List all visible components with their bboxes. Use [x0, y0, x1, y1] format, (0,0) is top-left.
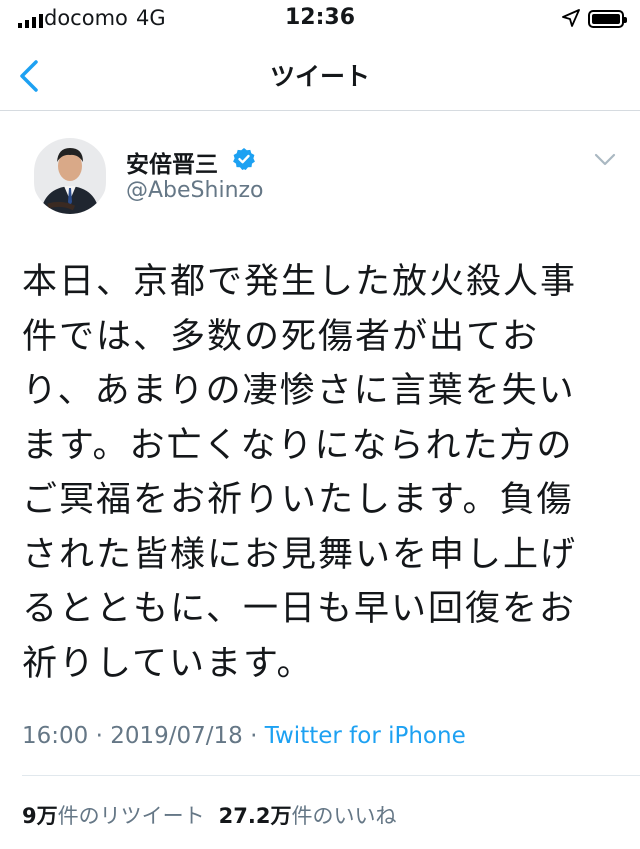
like-stat[interactable]: 27.2万件のいいね [219, 804, 397, 828]
retweet-count: 9万 [22, 804, 58, 828]
retweet-stat[interactable]: 9万件のリツイート [22, 804, 205, 828]
battery-icon [588, 10, 627, 28]
tweet-date: 2019/07/18 [110, 723, 243, 749]
location-arrow-icon [562, 9, 580, 27]
divider [22, 775, 640, 776]
meta-separator: · [250, 723, 258, 749]
tweet-stats: 9万件のリツイート 27.2万件のいいね [22, 800, 396, 830]
chevron-down-icon[interactable] [594, 153, 616, 167]
like-label: 件のいいね [291, 804, 397, 828]
tweet-time: 16:00 [22, 723, 89, 749]
nav-bar: ツイート [0, 40, 640, 111]
author-name[interactable]: 安倍晋三 [126, 145, 218, 179]
retweet-label: 件のリツイート [57, 804, 205, 828]
avatar[interactable] [34, 136, 106, 218]
nav-title: ツイート [269, 62, 370, 91]
status-bar: docomo 4G 12:36 [0, 0, 640, 40]
status-time: 12:36 [284, 5, 356, 30]
meta-separator: · [95, 723, 103, 749]
tweet-text: 本日、京都で発生した放火殺人事 件では、多数の死傷者が出てお り、あまりの凄惨さ… [22, 262, 578, 684]
verified-badge-icon [233, 148, 255, 170]
author-handle[interactable]: @AbeShinzo [126, 178, 264, 203]
like-count: 27.2万 [218, 804, 292, 828]
tweet-source-link[interactable]: Twitter for iPhone [265, 723, 466, 749]
tweet-meta: 16:00 · 2019/07/18 · Twitter for iPhone [22, 723, 466, 749]
